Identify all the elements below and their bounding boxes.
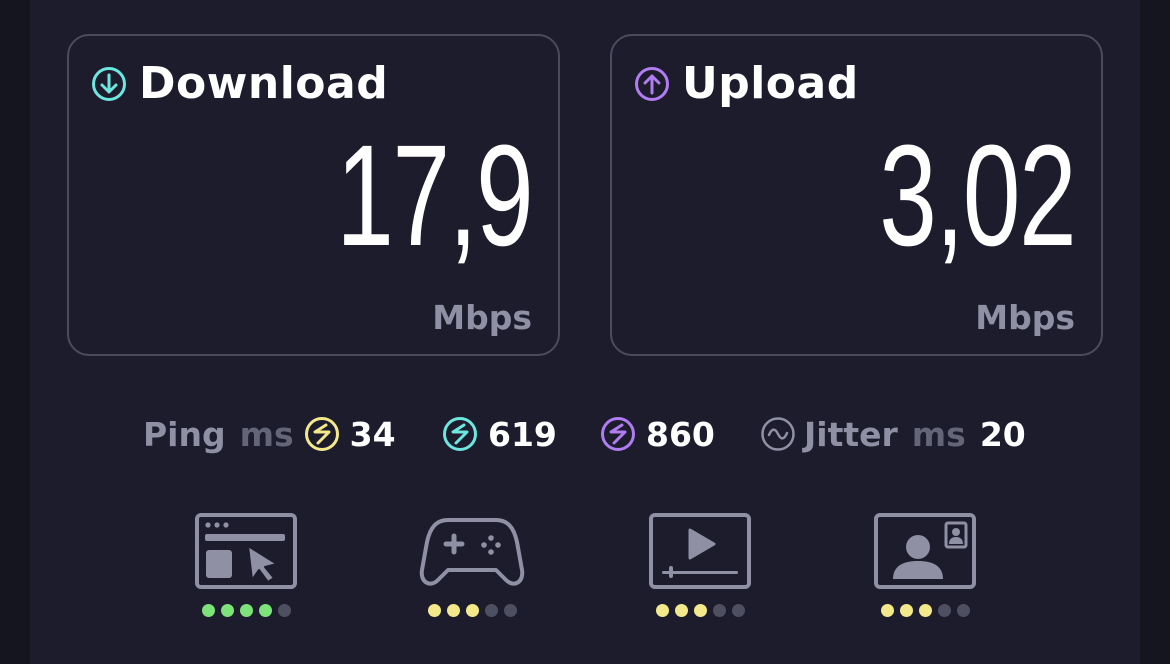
rating-dot-filled — [899, 604, 913, 617]
rating-dot-filled — [655, 604, 669, 617]
activity-web-browsing[interactable] — [191, 512, 301, 617]
rating-dot-empty — [937, 604, 951, 617]
jitter-icon — [761, 417, 795, 451]
arrow-up-circle-icon — [635, 66, 669, 101]
rating-dot-empty — [712, 604, 726, 617]
gaming-rating — [417, 604, 527, 617]
activity-ratings — [0, 512, 1170, 642]
upload-header: Upload — [634, 58, 859, 109]
video-call-icon — [874, 513, 976, 589]
web-browsing-rating — [191, 604, 301, 617]
video-streaming-rating — [645, 604, 755, 617]
gaming-icon — [419, 518, 525, 586]
rating-dot-filled — [220, 604, 234, 617]
video-call-rating — [870, 604, 980, 617]
upload-title: Upload — [682, 58, 859, 109]
download-card: Download 17,9 Mbps — [67, 34, 560, 356]
jitter: Jitter ms 20 — [760, 410, 1026, 458]
download-header: Download — [91, 58, 388, 109]
upload-unit: Mbps — [975, 298, 1075, 337]
web-browsing-icon — [195, 513, 297, 589]
latency-row: Ping ms 34 619 860 Jitter ms 20 — [0, 410, 1170, 458]
ping-idle-value: 34 — [349, 414, 396, 454]
rating-dot-filled — [201, 604, 215, 617]
rating-dot-filled — [465, 604, 479, 617]
arrow-down-circle-icon — [92, 66, 126, 101]
ping-idle-icon — [304, 417, 339, 451]
ping-download: 619 — [442, 410, 557, 458]
download-title: Download — [139, 58, 389, 109]
ping-label: Ping — [143, 414, 226, 454]
jitter-unit: ms — [911, 414, 966, 454]
ping-upload: 860 — [600, 410, 715, 458]
download-unit: Mbps — [432, 298, 532, 337]
ping-download-icon — [443, 417, 477, 451]
ping-unit: ms — [239, 414, 294, 454]
activity-gaming[interactable] — [417, 512, 527, 617]
upload-card: Upload 3,02 Mbps — [610, 34, 1103, 356]
upload-speed-value: 3,02 — [878, 115, 1076, 276]
rating-dot-empty — [731, 604, 745, 617]
ping-download-value: 619 — [488, 414, 557, 454]
rating-dot-filled — [258, 604, 272, 617]
video-streaming-icon — [649, 513, 751, 589]
ping-upload-icon — [601, 417, 635, 451]
rating-dot-filled — [674, 604, 688, 617]
download-speed-value: 17,9 — [335, 115, 533, 276]
rating-dot-empty — [277, 604, 291, 617]
rating-dot-filled — [918, 604, 932, 617]
ping-idle: Ping ms 34 — [143, 410, 396, 458]
rating-dot-empty — [484, 604, 498, 617]
rating-dot-empty — [503, 604, 517, 617]
activity-video-call[interactable] — [870, 512, 980, 617]
jitter-value: 20 — [979, 414, 1026, 454]
rating-dot-filled — [427, 604, 441, 617]
jitter-label: Jitter — [804, 414, 898, 454]
rating-dot-filled — [239, 604, 253, 617]
rating-dot-filled — [446, 604, 460, 617]
activity-video-streaming[interactable] — [645, 512, 755, 617]
rating-dot-filled — [693, 604, 707, 617]
rating-dot-filled — [880, 604, 894, 617]
rating-dot-empty — [956, 604, 970, 617]
ping-upload-value: 860 — [646, 414, 715, 454]
